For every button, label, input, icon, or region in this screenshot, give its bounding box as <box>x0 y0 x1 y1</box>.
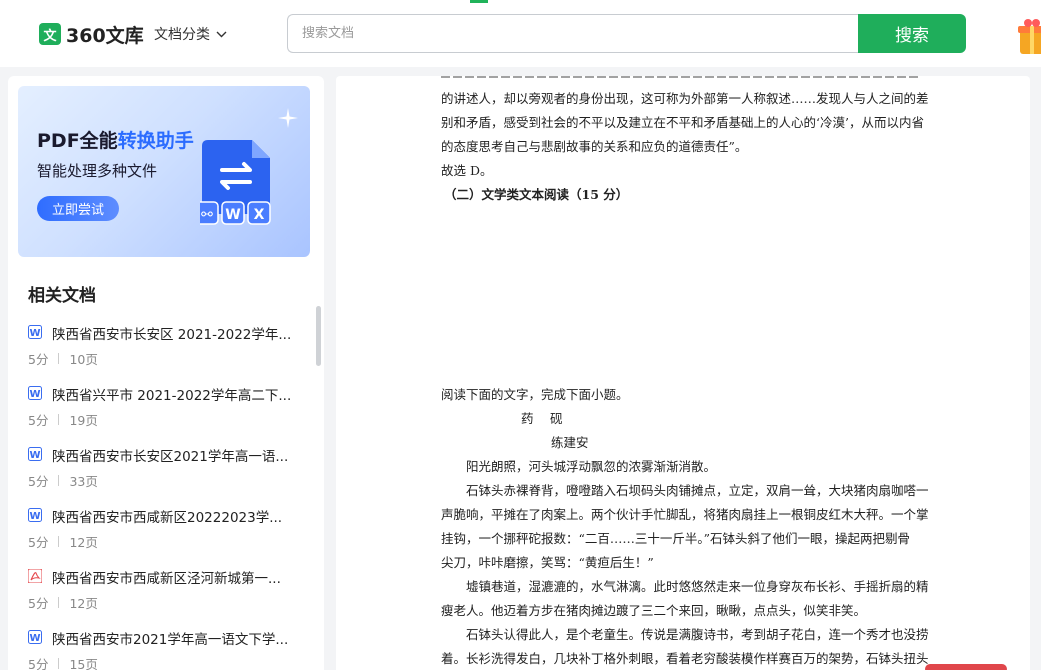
related-doc-title[interactable]: 陕西省西安市长安区2021学年高一语... <box>52 445 294 465</box>
logo-mark: 文 <box>39 23 61 45</box>
document-text-line: （二）文学类文本阅读（15 分） <box>444 187 629 202</box>
related-doc-meta: 5分 19页 <box>28 410 98 429</box>
svg-text:W: W <box>29 389 40 400</box>
chevron-down-icon <box>216 31 227 37</box>
related-doc-item[interactable]: W 陕西省西安市长安区 2021-2022学年... 5分 10页 <box>28 321 303 382</box>
svg-text:W: W <box>29 633 40 644</box>
word-icon: W <box>28 386 42 400</box>
gift-icon[interactable] <box>1016 16 1041 58</box>
pdf-converter-banner[interactable]: PDF全能转换助手 智能处理多种文件 立即尝试 ⚯ W X <box>18 86 310 257</box>
meta-divider <box>58 353 60 364</box>
related-doc-meta: 5分 12页 <box>28 593 98 612</box>
related-doc-meta: 5分 33页 <box>28 471 98 490</box>
document-text-line: 的讲述人，却以旁观者的身份出现，这可称为外部第一人称叙述……发现人与人之间的差 <box>441 91 929 106</box>
document-text-line: 墟镇巷道，湿漉漉的，水气淋漓。此时悠悠然走来一位身穿灰布长衫、手摇折扇的精 <box>466 579 929 594</box>
site-logo[interactable]: 文 360文库 <box>39 22 144 47</box>
doc-score: 5分 <box>28 474 49 489</box>
banner-title: PDF全能转换助手 <box>37 126 194 153</box>
cropped-text-line <box>441 76 921 78</box>
svg-text:W: W <box>29 328 40 339</box>
document-text-line: 别和矛盾，感受到社会的不平以及建立在不平和矛盾基础上的人心的‘冷漠’，从而以内省 <box>441 115 924 130</box>
document-preview: 的讲述人，却以旁观者的身份出现，这可称为外部第一人称叙述……发现人与人之间的差别… <box>336 76 1030 670</box>
svg-text:W: W <box>225 207 240 223</box>
sparkle-icon <box>278 108 298 128</box>
svg-text:X: X <box>254 207 265 223</box>
pdf-icon <box>28 569 42 583</box>
svg-text:W: W <box>29 450 40 461</box>
category-label: 文档分类 <box>154 27 210 43</box>
banner-title-prefix: PDF全能 <box>37 130 118 152</box>
related-doc-item[interactable]: 陕西省西安市西咸新区泾河新城第一... 5分 12页 <box>28 565 303 626</box>
sidebar-scrollbar[interactable] <box>316 306 321 366</box>
svg-text:W: W <box>29 511 40 522</box>
top-indicator <box>470 0 488 3</box>
word-icon: W <box>28 325 42 339</box>
document-text-line: 瘦老人。他迈着方步在猪肉摊边踱了三二个来回，瞅瞅，点点头，似笑非笑。 <box>441 603 867 618</box>
banner-title-highlight: 转换助手 <box>117 130 194 152</box>
banner-subtitle: 智能处理多种文件 <box>37 162 158 180</box>
doc-score: 5分 <box>28 352 49 367</box>
related-doc-title[interactable]: 陕西省兴平市 2021-2022学年高二下... <box>52 384 294 404</box>
left-sidebar: PDF全能转换助手 智能处理多种文件 立即尝试 ⚯ W X 相关文档 W 陕西省西… <box>8 76 324 670</box>
search-input[interactable] <box>288 15 859 52</box>
document-text-line: 声脆响，平摊在了肉案上。两个伙计手忙脚乱，将猪肉扇挂上一根铜皮红木大秤。一个掌 <box>441 507 929 522</box>
doc-score: 5分 <box>28 413 49 428</box>
doc-pages: 12页 <box>69 535 98 550</box>
document-text-line: 石钵头认得此人，是个老童生。传说是满腹诗书，考到胡子花白，连一个秀才也没捞 <box>466 627 929 642</box>
meta-divider <box>58 536 60 547</box>
document-text-line: 石钵头赤裸脊背，噔噔踏入石坝码头肉铺摊点，立定，双肩一耸，大块猪肉扇咖嗒一 <box>466 483 929 498</box>
meta-divider <box>58 475 60 486</box>
related-doc-item[interactable]: W 陕西省西安市长安区2021学年高一语... 5分 33页 <box>28 443 303 504</box>
related-doc-meta: 5分 10页 <box>28 349 98 368</box>
related-doc-item[interactable]: W 陕西省兴平市 2021-2022学年高二下... 5分 19页 <box>28 382 303 443</box>
document-text-line: 挂钩，一个挪秤砣报数：“二百……三十一斤半。”石钵头斜了他们一眼，操起两把剔骨 <box>441 531 911 546</box>
document-text-line: 故选 D。 <box>441 163 493 178</box>
logo-text: 360文库 <box>66 24 144 47</box>
document-text-line: 阅读下面的文字，完成下面小题。 <box>441 387 629 402</box>
meta-divider <box>58 597 60 608</box>
word-icon: W <box>28 508 42 522</box>
doc-pages: 19页 <box>69 413 98 428</box>
top-bar: 文 360文库 文档分类 搜索 <box>0 0 1041 67</box>
related-doc-item[interactable]: W 陕西省西安市2021学年高一语文下学... 5分 15页 <box>28 626 303 670</box>
document-text-line: 阳光朗照，河头城浮动飘忽的浓雾渐渐消散。 <box>466 459 717 474</box>
document-text-line: 练建安 <box>551 435 589 450</box>
try-now-button[interactable]: 立即尝试 <box>37 196 119 221</box>
document-text-line: 尖刀，咔咔磨擦，笑骂：“黄疸后生！” <box>441 555 654 570</box>
related-doc-item[interactable]: W 陕西省西安市西咸新区20222023学... 5分 12页 <box>28 504 303 565</box>
category-dropdown[interactable]: 文档分类 <box>154 24 227 44</box>
related-doc-meta: 5分 12页 <box>28 532 98 551</box>
meta-divider <box>58 658 60 669</box>
doc-pages: 15页 <box>69 657 98 670</box>
doc-score: 5分 <box>28 657 49 670</box>
meta-divider <box>58 414 60 425</box>
doc-score: 5分 <box>28 535 49 550</box>
floating-action-button[interactable] <box>925 664 1007 670</box>
related-doc-title[interactable]: 陕西省西安市西咸新区泾河新城第一... <box>52 567 294 587</box>
convert-document-icon: ⚯ W X <box>200 140 271 225</box>
doc-pages: 10页 <box>69 352 98 367</box>
doc-pages: 12页 <box>69 596 98 611</box>
word-icon: W <box>28 447 42 461</box>
svg-text:⚯: ⚯ <box>201 207 213 223</box>
related-doc-title[interactable]: 陕西省西安市西咸新区20222023学... <box>52 506 294 526</box>
related-doc-title[interactable]: 陕西省西安市长安区 2021-2022学年... <box>52 323 294 343</box>
related-docs-title: 相关文档 <box>28 286 96 306</box>
word-icon: W <box>28 630 42 644</box>
doc-score: 5分 <box>28 596 49 611</box>
related-docs-list: W 陕西省西安市长安区 2021-2022学年... 5分 10页 W 陕西省兴平市 20… <box>28 321 303 670</box>
search-box <box>287 14 859 53</box>
document-text-line: 药 砚 <box>521 411 563 426</box>
search-button[interactable]: 搜索 <box>858 14 966 53</box>
document-text-line: 着。长衫洗得发白，几块补丁格外刺眼，看着老穷酸装模作样赛百万的架势，石钵头扭头 <box>441 651 929 666</box>
related-doc-title[interactable]: 陕西省西安市2021学年高一语文下学... <box>52 628 294 648</box>
related-doc-meta: 5分 15页 <box>28 654 98 670</box>
doc-pages: 33页 <box>69 474 98 489</box>
document-text-line: 的态度思考自己与悲剧故事的关系和应负的道德责任”。 <box>441 139 748 154</box>
